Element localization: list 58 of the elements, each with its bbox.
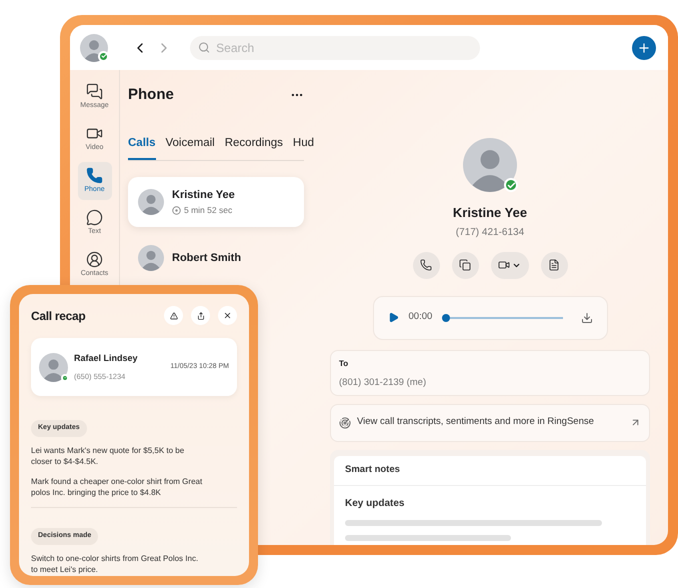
download-icon [580, 312, 592, 324]
tab[interactable]: Recordings [224, 134, 283, 160]
recipient-number: (801) 301-2139 (me) [339, 376, 428, 390]
contact-name: Kristine Yee [452, 204, 528, 222]
add-button[interactable] [632, 36, 656, 60]
video-camera-icon [498, 259, 510, 271]
call-button[interactable] [412, 252, 440, 278]
ringsense-text: View call transcripts, sentiments and more in RingSense [357, 415, 594, 430]
panel-title: Phone [128, 85, 174, 105]
contact-photo-avatar [463, 138, 517, 192]
notes-button[interactable] [540, 252, 568, 278]
warning-icon [170, 312, 178, 320]
summary-text: Lei wants Mark's new quote for $5,5K to be closer to $4-$4.5K. [31, 445, 186, 467]
tab[interactable]: Hud [292, 134, 314, 160]
call-item[interactable]: Kristine Yee 5 min 52 sec [128, 176, 304, 227]
search-input[interactable]: Search [216, 38, 472, 56]
to-label: To [339, 358, 350, 370]
share-icon [196, 312, 204, 320]
ringsense-link[interactable]: View call transcripts, sentiments and more in RingSense [330, 404, 650, 442]
person-circle-icon [86, 250, 103, 268]
contact-name: Kristine Yee [172, 188, 235, 204]
contact-name: Robert Smith [172, 250, 242, 266]
search-icon [198, 41, 210, 54]
record-icon [172, 206, 181, 214]
progress-thumb[interactable] [442, 314, 450, 322]
section-title: Key updates [345, 496, 406, 510]
status-check-icon [504, 178, 518, 192]
close-button[interactable] [218, 306, 237, 325]
message-button[interactable] [452, 252, 478, 278]
tab[interactable]: Calls [128, 134, 156, 160]
plus-icon [637, 40, 651, 54]
search-field[interactable]: Search [190, 36, 480, 60]
external-link-icon [630, 417, 641, 428]
tab[interactable]: Voicemail [166, 134, 215, 160]
play-button[interactable] [388, 312, 398, 323]
radar-icon [339, 416, 351, 428]
recap-title: Call recap [31, 308, 86, 324]
play-icon [388, 312, 398, 323]
speech-bubble-icon [86, 208, 103, 226]
contact-avatar [39, 352, 68, 382]
contact-phone: (717) 421-6134 [456, 226, 524, 240]
contact-avatar [138, 188, 164, 215]
close-icon [223, 311, 232, 320]
smart-notes-title: Smart notes [345, 462, 400, 477]
share-button[interactable] [191, 306, 210, 325]
notes-icon [548, 259, 560, 271]
summary-text: Mark found a cheaper one-color shirt from Great polos Inc. bringing the price to $4.8K [31, 476, 204, 498]
call-duration: 5 min 52 sec [184, 204, 232, 216]
contact-avatar [138, 244, 164, 271]
warning-button[interactable] [164, 306, 183, 325]
video-button[interactable] [490, 252, 528, 278]
contact-name: Rafael Lindsey [74, 352, 138, 366]
phone-icon [86, 166, 103, 184]
phone-icon [420, 259, 432, 271]
playback-time: 00:00 [408, 310, 432, 324]
summary-text: Switch to one-color shirts from Great Polos Inc. to meet Lei's price. [31, 553, 200, 575]
call-item[interactable]: Robert Smith [128, 232, 304, 283]
download-button[interactable] [580, 312, 592, 324]
